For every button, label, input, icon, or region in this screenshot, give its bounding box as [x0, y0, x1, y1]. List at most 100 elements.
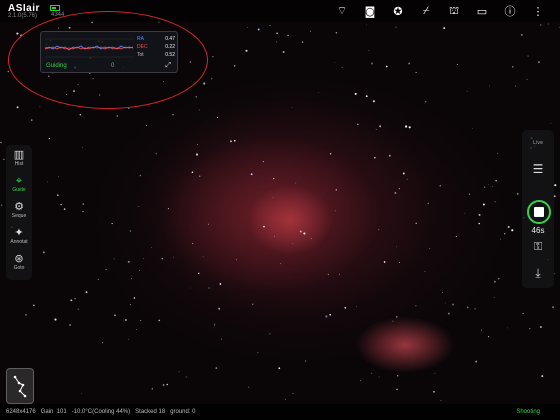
- star: [478, 213, 481, 216]
- star: [305, 360, 307, 362]
- star: [394, 192, 397, 194]
- star: [190, 287, 191, 289]
- telescope-icon[interactable]: ⌿: [412, 3, 440, 19]
- star: [415, 222, 417, 225]
- exposure-time[interactable]: 46s: [522, 226, 554, 235]
- star: [82, 210, 84, 213]
- star: [292, 243, 294, 245]
- star: [151, 247, 152, 249]
- star: [439, 184, 442, 187]
- star: [129, 230, 131, 232]
- status-bar: 6248x4176 Gain 101 -10.0°C(Cooling 44%) …: [0, 404, 560, 420]
- filter-wheel-icon[interactable]: ✪: [384, 3, 412, 19]
- red-annotation-circle: [8, 11, 208, 109]
- star: [500, 238, 502, 240]
- star: [114, 314, 116, 317]
- toolbar-item-sequence[interactable]: ⚙ Seque: [6, 201, 32, 220]
- star: [424, 270, 426, 272]
- star: [235, 259, 237, 261]
- star: [443, 27, 446, 30]
- star: [440, 400, 442, 402]
- star: [7, 71, 9, 73]
- toolbar-item-annotate[interactable]: ✦ Annotat: [6, 227, 32, 246]
- star: [482, 203, 485, 206]
- toolbar-item-goto[interactable]: ⊛ Goto: [6, 253, 32, 272]
- star: [81, 393, 82, 394]
- star: [185, 376, 187, 378]
- download-icon[interactable]: ⤓: [522, 266, 554, 281]
- star: [301, 41, 304, 43]
- star: [74, 297, 76, 300]
- star: [1, 204, 3, 206]
- battery-icon: [50, 5, 60, 11]
- star: [487, 335, 490, 338]
- star: [111, 223, 113, 225]
- list-icon[interactable]: ☰: [522, 162, 554, 176]
- star: [269, 25, 271, 27]
- star: [276, 32, 278, 34]
- star: [173, 256, 174, 258]
- star: [273, 177, 275, 180]
- star: [378, 229, 380, 231]
- star: [489, 85, 490, 87]
- star: [233, 65, 236, 67]
- app-version: 2.1.0(5.76): [8, 13, 38, 19]
- star: [295, 182, 297, 184]
- star: [344, 306, 347, 309]
- toolbar-item-guide[interactable]: ⌖ Guide: [6, 175, 32, 194]
- star: [63, 208, 66, 210]
- star: [491, 185, 493, 187]
- star: [303, 232, 306, 235]
- star: [198, 175, 201, 178]
- constellation-button[interactable]: [6, 368, 34, 404]
- star: [385, 65, 388, 68]
- annotate-icon: ✦: [14, 226, 24, 239]
- star: [276, 41, 278, 43]
- live-label[interactable]: Live: [522, 140, 554, 146]
- star: [133, 297, 136, 299]
- star: [212, 55, 214, 58]
- star: [247, 26, 249, 28]
- shutter-button[interactable]: [527, 200, 551, 224]
- star: [245, 49, 248, 52]
- star: [464, 212, 466, 214]
- stop-icon: [534, 207, 544, 217]
- constellation-icon: [13, 375, 27, 398]
- star: [33, 304, 35, 306]
- toolbar-item-histogram[interactable]: ▥ Hist: [6, 149, 32, 168]
- star: [441, 291, 444, 293]
- star: [16, 106, 19, 109]
- star: [161, 257, 164, 260]
- shooting-status: Shooting: [516, 409, 540, 415]
- star: [207, 223, 210, 225]
- settings-icon[interactable]: ⚿: [522, 240, 554, 254]
- info-icon[interactable]: ⓘ: [496, 3, 524, 19]
- star: [359, 380, 361, 382]
- star: [372, 100, 375, 103]
- star: [329, 313, 332, 316]
- observatory-icon[interactable]: ⛫: [440, 3, 468, 19]
- star: [56, 194, 59, 197]
- star: [216, 116, 218, 118]
- star: [139, 269, 140, 271]
- star: [203, 82, 206, 85]
- star: [116, 115, 118, 117]
- star: [334, 210, 336, 212]
- star: [383, 261, 386, 263]
- star: [272, 196, 274, 198]
- menu-icon[interactable]: ⋮: [524, 3, 552, 19]
- star: [69, 323, 72, 327]
- display-icon[interactable]: ▭: [468, 3, 496, 19]
- wifi-icon[interactable]: ⌔: [328, 3, 356, 19]
- star: [54, 318, 57, 321]
- star: [356, 305, 357, 307]
- camera-icon[interactable]: ◙: [356, 3, 384, 19]
- star: [497, 153, 498, 155]
- star: [269, 333, 271, 335]
- star: [46, 181, 48, 183]
- star: [299, 230, 302, 233]
- star: [282, 51, 285, 53]
- star: [415, 305, 417, 307]
- star: [472, 128, 474, 130]
- star: [85, 291, 88, 293]
